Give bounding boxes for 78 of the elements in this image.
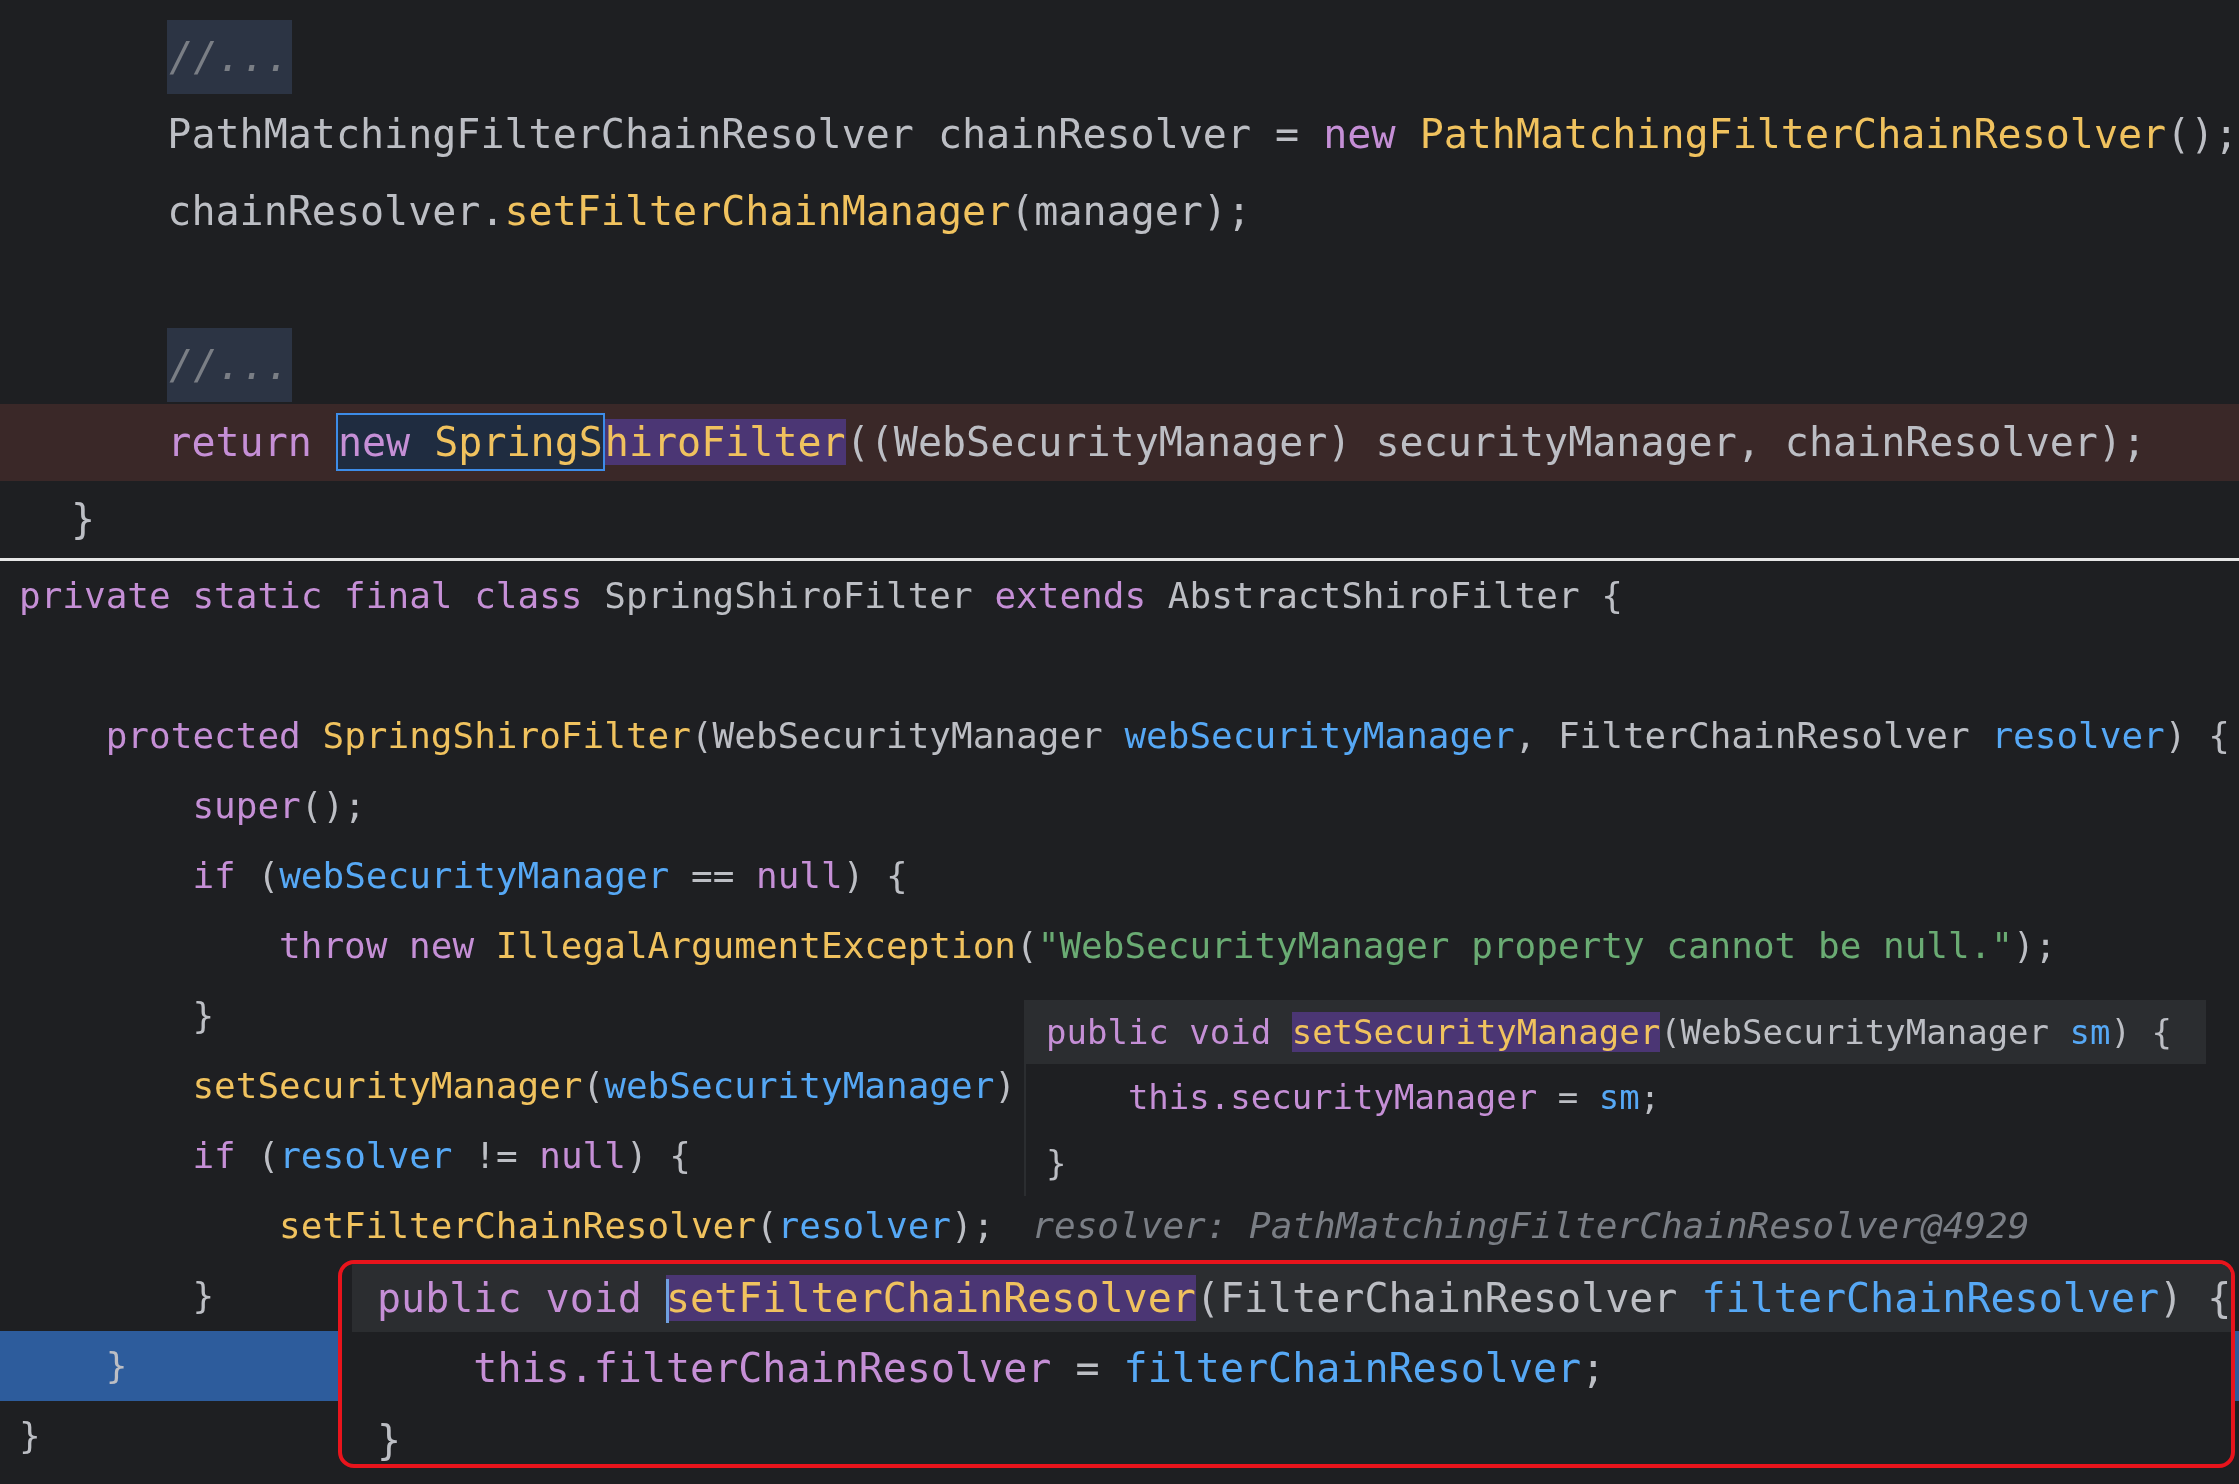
parameter-name: filterChainResolver: [1701, 1275, 2160, 1321]
keyword: protected: [105, 715, 301, 756]
code-text: }: [105, 1345, 128, 1386]
keyword: public void: [377, 1275, 642, 1321]
identifier: PathMatchingFilterChainResolver: [1419, 111, 2167, 157]
code-text: AbstractShiroFilter {: [1167, 575, 1623, 616]
code-text: ) {: [625, 1135, 691, 1176]
keyword: new: [337, 419, 411, 465]
keyword: public void: [1046, 1012, 1272, 1052]
code-text: =: [1075, 1345, 1100, 1391]
keyword: throw new: [279, 925, 475, 966]
parameter-name: resolver: [279, 1135, 453, 1176]
code-text: (WebSecurityManager: [690, 715, 1103, 756]
identifier: setFilterChainResolver: [279, 1205, 756, 1246]
code-text: }: [192, 1275, 215, 1316]
code-text: ) {: [2164, 715, 2230, 756]
code-text: PathMatchingFilterChainResolver chainResolver =: [167, 111, 1300, 157]
keyword: super: [192, 785, 301, 826]
identifier: SpringShiroFilter: [322, 715, 691, 756]
inlay-hint: resolver: PathMatchingFilterChainResolver@4929: [1032, 1205, 2030, 1246]
code-text: }: [19, 1415, 41, 1456]
code-text: , FilterChainResolver: [1514, 715, 1970, 756]
code-text: !=: [474, 1135, 518, 1176]
parameter-name: resolver: [1991, 715, 2165, 756]
code-text: }: [377, 1417, 402, 1463]
code-text: }: [192, 995, 215, 1036]
comment: //...: [167, 328, 292, 402]
code-text: (: [755, 1205, 778, 1246]
identifier: IllegalArgumentException: [495, 925, 1016, 966]
code-text: ();: [300, 785, 366, 826]
keyword: this.filterChainResolver: [473, 1345, 1052, 1391]
keyword: null: [539, 1135, 626, 1176]
identifier: SpringS: [434, 419, 603, 465]
identifier: setSecurityManager: [1291, 1012, 1661, 1052]
keyword: null: [756, 855, 843, 896]
code-text: =: [1557, 1077, 1579, 1117]
code-text: );: [951, 1205, 995, 1246]
parameter-name: webSecurityManager: [1124, 715, 1515, 756]
code-text: ((WebSecurityManager) securityManager, chainResolver);: [845, 419, 2147, 465]
parameter-name: filterChainResolver: [1123, 1345, 1582, 1391]
code-text: (FilterChainResolver: [1195, 1275, 1678, 1321]
keyword: extends: [994, 575, 1147, 616]
identifier: setFilterChainResolver: [666, 1275, 1196, 1321]
identifier: setFilterChainManager: [504, 188, 1011, 234]
code-text: }: [1046, 1143, 1067, 1183]
code-text: ) {: [842, 855, 908, 896]
code-text: ) {: [2110, 1012, 2172, 1052]
identifier: setSecurityManager: [192, 1065, 583, 1106]
code-text: ;: [1581, 1345, 1606, 1391]
keyword: new: [1323, 111, 1396, 157]
code-text: ==: [690, 855, 735, 896]
string-literal: "WebSecurityManager property cannot be null.": [1037, 925, 2014, 966]
code-text: (: [1016, 925, 1038, 966]
code-text: SpringShiroFilter: [604, 575, 973, 616]
identifier: hiroFilter: [604, 419, 846, 465]
code-text: (: [582, 1065, 605, 1106]
comment: //...: [167, 20, 292, 94]
code-text: (: [257, 855, 280, 896]
code-text: ();: [2166, 111, 2239, 157]
code-text: (WebSecurityManager: [1660, 1012, 2050, 1052]
code-text: (manager);: [1010, 188, 1252, 234]
code-text: chainResolver.: [167, 188, 505, 234]
code-text: ;: [1639, 1077, 1661, 1117]
parameter-name: sm: [1598, 1077, 1640, 1117]
parameter-name: webSecurityManager: [604, 1065, 995, 1106]
code-text: }: [71, 496, 96, 542]
keyword: if: [192, 855, 236, 896]
parameter-name: webSecurityManager: [279, 855, 670, 896]
code-text: (: [257, 1135, 280, 1176]
keyword: return: [167, 419, 312, 465]
code-text: );: [2013, 925, 2057, 966]
keyword: this.securityManager: [1127, 1077, 1538, 1117]
parameter-name: sm: [2069, 1012, 2111, 1052]
code-text: ) {: [2159, 1275, 2231, 1321]
keyword: if: [192, 1135, 236, 1176]
keyword: private static final class: [19, 575, 583, 616]
parameter-name: resolver: [777, 1205, 951, 1246]
code-text: ): [994, 1065, 1017, 1106]
